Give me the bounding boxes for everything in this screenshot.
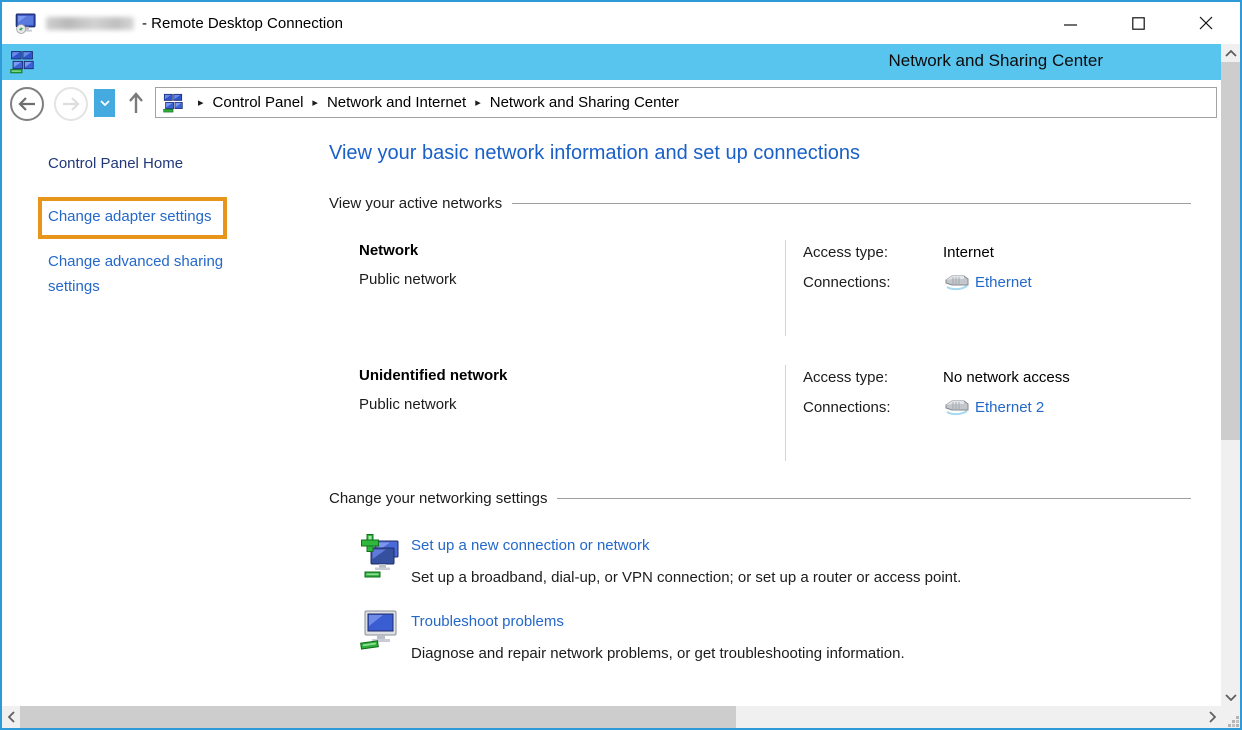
scroll-right-button[interactable]	[1203, 706, 1221, 728]
network-row: Unidentified network Public network Acce…	[359, 365, 1191, 461]
section-divider	[512, 203, 1191, 204]
networking-settings-label: Change your networking settings	[329, 490, 547, 507]
ethernet-connector-icon	[943, 399, 970, 416]
breadcrumb-control-panel[interactable]: Control Panel	[213, 94, 304, 111]
breadcrumb-separator: ▸	[475, 96, 481, 109]
rdp-window: - Remote Desktop Connection	[0, 0, 1242, 730]
close-button[interactable]	[1172, 2, 1240, 44]
connection-link-ethernet-2[interactable]: Ethernet 2	[975, 399, 1044, 416]
active-networks-list: Network Public network Access type: Inte…	[359, 240, 1191, 461]
chevron-up-icon	[1225, 50, 1237, 57]
maximize-icon	[1132, 17, 1145, 30]
resize-grip[interactable]	[1221, 706, 1240, 728]
resize-grip-icon	[1227, 715, 1240, 728]
content-area: Control Panel Home Change adapter settin…	[2, 125, 1221, 706]
list-item: Troubleshoot problems Diagnose and repai…	[359, 607, 1191, 662]
scroll-up-button[interactable]	[1221, 44, 1240, 62]
rdp-icon	[14, 11, 38, 35]
horizontal-scroll-thumb[interactable]	[20, 706, 736, 728]
network-name: Unidentified network	[359, 367, 785, 384]
titlebar: - Remote Desktop Connection	[2, 2, 1240, 44]
network-row: Network Public network Access type: Inte…	[359, 240, 1191, 336]
network-profile: Public network	[359, 271, 785, 288]
connection-link-ethernet[interactable]: Ethernet	[975, 274, 1032, 291]
networking-settings-list: Set up a new connection or network Set u…	[359, 531, 1191, 662]
minimize-button[interactable]	[1036, 2, 1104, 44]
breadcrumb-network-sharing-center[interactable]: Network and Sharing Center	[490, 94, 679, 111]
troubleshoot-problems-link[interactable]: Troubleshoot problems	[411, 613, 564, 630]
connections-label: Connections:	[803, 399, 943, 416]
connections-label: Connections:	[803, 274, 943, 291]
breadcrumb-separator: ▸	[198, 96, 204, 109]
network-profile: Public network	[359, 396, 785, 413]
list-item: Set up a new connection or network Set u…	[359, 531, 1191, 586]
setup-new-connection-description: Set up a broadband, dial-up, or VPN conn…	[411, 569, 961, 586]
network-sharing-center-icon	[10, 50, 34, 74]
window-controls	[1036, 2, 1240, 44]
page-title: View your basic network information and …	[329, 142, 1191, 165]
chevron-right-icon	[1209, 711, 1216, 723]
vertical-scroll-thumb[interactable]	[1221, 62, 1240, 440]
horizontal-scrollbar[interactable]	[2, 706, 1221, 728]
close-icon	[1199, 16, 1213, 30]
recent-pages-dropdown[interactable]	[94, 89, 115, 117]
chevron-left-icon	[8, 711, 15, 723]
scroll-left-button[interactable]	[2, 706, 20, 728]
troubleshoot-problems-description: Diagnose and repair network problems, or…	[411, 645, 905, 662]
scroll-down-button[interactable]	[1221, 688, 1240, 706]
window-title: - Remote Desktop Connection	[142, 15, 343, 32]
new-connection-icon	[359, 531, 401, 586]
troubleshoot-icon	[359, 607, 401, 662]
access-type-label: Access type:	[803, 369, 943, 386]
active-networks-section-header: View your active networks	[329, 195, 1191, 212]
up-arrow-icon	[128, 92, 144, 114]
section-divider	[557, 498, 1191, 499]
setup-new-connection-link[interactable]: Set up a new connection or network	[411, 537, 649, 554]
annotation-highlight-box: Change adapter settings	[38, 197, 227, 239]
access-type-value: Internet	[943, 244, 994, 261]
app-header: Network and Sharing Center	[2, 44, 1221, 80]
access-type-value: No network access	[943, 369, 1070, 386]
active-networks-label: View your active networks	[329, 195, 502, 212]
sidebar-item-control-panel-home[interactable]: Control Panel Home	[48, 155, 324, 172]
network-name: Network	[359, 242, 785, 259]
chevron-down-icon	[1225, 694, 1237, 701]
breadcrumb-network-and-internet[interactable]: Network and Internet	[327, 94, 466, 111]
access-type-label: Access type:	[803, 244, 943, 261]
maximize-button[interactable]	[1104, 2, 1172, 44]
up-button[interactable]	[122, 89, 150, 117]
network-sharing-center-icon	[163, 93, 183, 113]
app-title: Network and Sharing Center	[888, 51, 1103, 71]
remote-session-area: Network and Sharing Center	[2, 44, 1240, 728]
ethernet-connector-icon	[943, 274, 970, 291]
sidebar-item-change-advanced-sharing-settings[interactable]: Change advanced sharing settings	[48, 249, 260, 299]
breadcrumb-separator: ▸	[312, 96, 318, 109]
sidebar: Control Panel Home Change adapter settin…	[2, 125, 324, 299]
sidebar-item-change-adapter-settings[interactable]: Change adapter settings	[48, 208, 211, 225]
minimize-icon	[1064, 17, 1077, 30]
back-button[interactable]	[10, 87, 44, 121]
networking-settings-section-header: Change your networking settings	[329, 490, 1191, 507]
redacted-address	[46, 17, 134, 30]
breadcrumb: ▸ Control Panel ▸ Network and Internet ▸…	[155, 87, 1217, 118]
navigation-bar: ▸ Control Panel ▸ Network and Internet ▸…	[2, 80, 1221, 125]
chevron-down-icon	[100, 100, 110, 106]
back-arrow-icon	[18, 97, 36, 111]
vertical-scrollbar[interactable]	[1221, 44, 1240, 706]
forward-arrow-icon	[62, 97, 80, 111]
main-panel: View your basic network information and …	[329, 125, 1191, 683]
forward-button[interactable]	[54, 87, 88, 121]
